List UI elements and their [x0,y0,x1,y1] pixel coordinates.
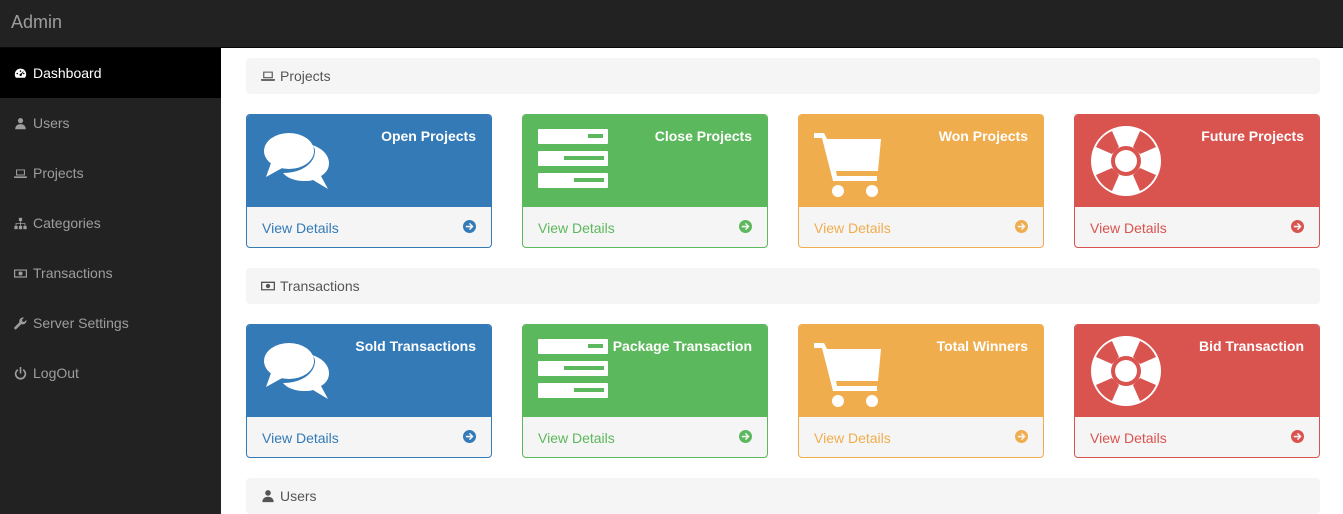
main-content: Projects Open Projects View Details Clos… [221,48,1343,514]
sidebar-item-projects[interactable]: Projects [0,148,221,198]
brand-logo[interactable]: Admin [11,12,62,33]
view-details-link[interactable]: View Details [1090,220,1167,236]
arrow-circle-right-icon [739,220,752,236]
sidebar-item-label: Projects [33,165,84,181]
laptop-icon [261,71,275,81]
panel-sold-transactions[interactable]: Sold Transactions View Details [246,324,492,458]
life-ring-icon [1090,335,1162,407]
panel-title: Package Transaction [612,338,752,354]
dashboard-icon [13,66,27,80]
panel-bid-transaction[interactable]: Bid Transaction View Details [1074,324,1320,458]
user-icon [262,490,274,503]
section-title: Projects [280,68,331,84]
sidebar-item-users[interactable]: Users [0,98,221,148]
sidebar-item-label: Users [33,115,70,131]
power-icon [13,366,27,380]
panel-title: Open Projects [381,128,476,144]
laptop-icon [13,166,27,180]
section-header-users: Users [246,478,1320,514]
shopping-cart-icon [814,335,886,407]
panel-title: Total Winners [936,338,1028,354]
panel-total-winners[interactable]: Total Winners View Details [798,324,1044,458]
sidebar-item-label: LogOut [33,365,79,381]
panel-future-projects[interactable]: Future Projects View Details [1074,114,1320,248]
panel-title: Close Projects [654,128,752,144]
view-details-link[interactable]: View Details [814,220,891,236]
view-details-link[interactable]: View Details [814,430,891,446]
arrow-circle-right-icon [1015,220,1028,236]
view-details-link[interactable]: View Details [538,220,615,236]
shopping-cart-icon [814,125,886,197]
sidebar-item-logout[interactable]: LogOut [0,348,221,398]
section-title: Users [280,488,317,504]
view-details-link[interactable]: View Details [1090,430,1167,446]
life-ring-icon [1090,125,1162,197]
panel-title: Bid Transaction [1198,338,1304,354]
panel-title: Won Projects [938,128,1028,144]
sidebar-item-label: Categories [33,215,101,231]
sidebar-item-label: Transactions [33,265,113,281]
top-navbar: Admin [0,0,1343,48]
comments-icon [262,125,334,197]
panel-close-projects[interactable]: Close Projects View Details [522,114,768,248]
panel-package-transaction[interactable]: Package Transaction View Details [522,324,768,458]
comments-icon [262,335,334,407]
panel-title: Future Projects [1201,128,1304,144]
section-header-projects: Projects [246,58,1320,94]
view-details-link[interactable]: View Details [538,430,615,446]
sidebar-item-label: Dashboard [33,65,102,81]
server-icon [538,335,610,407]
arrow-circle-right-icon [739,430,752,446]
view-details-link[interactable]: View Details [262,430,339,446]
arrow-circle-right-icon [1291,220,1304,236]
server-icon [538,125,610,197]
sidebar-item-transactions[interactable]: Transactions [0,248,221,298]
arrow-circle-right-icon [463,220,476,236]
user-icon [13,116,27,130]
sidebar-item-label: Server Settings [33,315,129,331]
money-icon [261,281,275,291]
money-icon [13,266,27,280]
sidebar-item-categories[interactable]: Categories [0,198,221,248]
sidebar-item-server-settings[interactable]: Server Settings [0,298,221,348]
sidebar-item-dashboard[interactable]: Dashboard [0,48,221,98]
wrench-icon [13,316,27,330]
sidebar: Dashboard Users Projects Categories Tran… [0,48,221,514]
arrow-circle-right-icon [1291,430,1304,446]
panel-open-projects[interactable]: Open Projects View Details [246,114,492,248]
panel-won-projects[interactable]: Won Projects View Details [798,114,1044,248]
section-header-transactions: Transactions [246,268,1320,304]
panel-title: Sold Transactions [355,338,476,354]
sitemap-icon [13,216,27,230]
section-title: Transactions [280,278,360,294]
arrow-circle-right-icon [463,430,476,446]
view-details-link[interactable]: View Details [262,220,339,236]
arrow-circle-right-icon [1015,430,1028,446]
